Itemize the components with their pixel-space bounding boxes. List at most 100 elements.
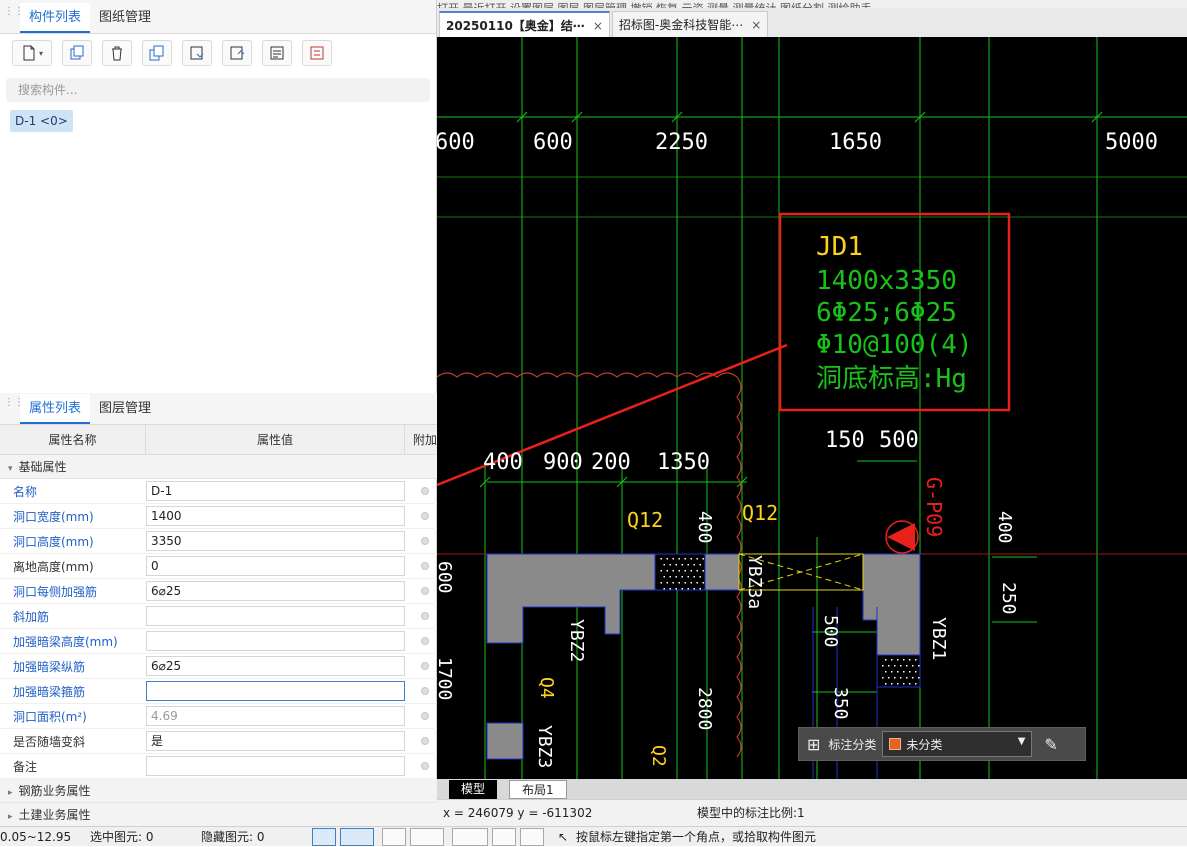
tab-drawing-management[interactable]: 图纸管理 [90,3,160,33]
list-view-button[interactable] [262,40,292,66]
property-value-field[interactable]: 6⌀25 [146,581,405,601]
angle-toggle[interactable] [410,828,444,846]
tab-layout1[interactable]: 布局1 [509,780,567,799]
property-value-field[interactable] [146,631,405,651]
extra-radio[interactable] [421,487,429,495]
property-value-field[interactable] [146,606,405,626]
property-value-field[interactable]: 1400 [146,506,405,526]
import-button[interactable] [182,40,212,66]
search-input[interactable]: 搜索构件... [6,78,430,102]
extra-radio[interactable] [421,637,429,645]
column-label: YBZ3a [744,555,765,609]
hatch-dot [897,683,899,685]
hatch-dot [687,588,689,590]
property-value-field[interactable]: 6⌀25 [146,656,405,676]
extra-radio[interactable] [421,587,429,595]
export-button[interactable] [222,40,252,66]
property-table-header: 属性名称 属性值 附加 [0,425,437,455]
edit-icon[interactable]: ✎ [1044,735,1057,754]
tab-component-list[interactable]: 构件列表 [20,3,91,33]
close-icon[interactable]: × [751,12,761,37]
hatch-dot [918,677,920,679]
extra-radio[interactable] [421,512,429,520]
expand-arrow-icon: ▸ [8,812,13,822]
extra-radio[interactable] [421,562,429,570]
delete-component-button[interactable] [102,40,132,66]
grid-apps-icon[interactable]: ⊞ [807,735,820,754]
hatch-dot [687,576,689,578]
hatch-dot [699,576,701,578]
section-civil-properties[interactable]: ▸ 土建业务属性 [0,803,437,827]
extra-radio[interactable] [421,537,429,545]
new-component-button[interactable]: ▾ [12,40,52,66]
document-tabs: 20250110【奥金】结⋯ × 招标图-奥金科技智能⋯ × [437,8,1187,37]
property-name: 斜加筋 [13,609,50,624]
hatch-dot [675,576,677,578]
annotation-category-select[interactable]: 未分类 ▼ [882,731,1033,757]
doc-tab-structure[interactable]: 20250110【奥金】结⋯ × [439,11,610,37]
cad-canvas[interactable]: 600 600 2250 1650 5000 400 900 200 1350 … [437,37,1187,779]
wall-label: Q12 [742,501,778,525]
section-label: 土建业务属性 [18,808,91,822]
property-value-field[interactable]: 是 [146,731,405,751]
layer-copy-button[interactable] [142,40,172,66]
dim-text: 250 [998,582,1019,615]
close-icon[interactable]: × [593,13,603,37]
component-item[interactable]: D-1 <0> [10,110,73,132]
copy-component-button[interactable] [62,40,92,66]
snap-toggle[interactable] [340,828,374,846]
hatch-dot [702,570,704,572]
rotate-toggle[interactable] [520,828,544,846]
dim-text: 5000 [1105,130,1158,155]
hatch-dot [885,683,887,685]
extra-radio[interactable] [421,762,429,770]
doc-tab-tender[interactable]: 招标图-奥金科技智能⋯ × [611,11,769,37]
tab-layer-management[interactable]: 图层管理 [90,394,160,424]
property-value-field[interactable]: 0 [146,556,405,576]
hatch-dot [918,665,920,667]
drag-grip-icon[interactable]: ⋮⋮ [4,398,24,415]
extra-radio[interactable] [421,712,429,720]
property-row: 加强暗梁高度(mm) [0,629,437,654]
tab-model[interactable]: 模型 [449,780,498,799]
wall-label: Q4 [536,677,557,699]
property-value-field[interactable]: D-1 [146,481,405,501]
hatch-dot [894,665,896,667]
hatch-dot [678,558,680,560]
extra-radio[interactable] [421,612,429,620]
section-basic-properties[interactable]: ▾ 基础属性 [0,455,437,479]
hatch-dot [666,558,668,560]
extra-radio[interactable] [421,662,429,670]
extra-radio[interactable] [421,737,429,745]
doc-tab-label: 招标图-奥金科技智能⋯ [618,18,744,32]
hatch-dot [693,588,695,590]
label-box-line: Φ10@100(4) [816,330,973,360]
property-row: 是否随墙变斜 是 [0,729,437,754]
section-rebar-properties[interactable]: ▸ 钢筋业务属性 [0,779,437,803]
annotation-classify-panel: ⊞ 标注分类 未分类 ▼ ✎ [798,727,1086,761]
property-value-field[interactable] [146,756,405,776]
property-value-field[interactable]: 3350 [146,531,405,551]
hatch-dot [909,683,911,685]
tab-property-list[interactable]: 属性列表 [20,394,91,424]
insert-toggle[interactable] [452,828,488,846]
hatch-dot [690,558,692,560]
property-value-field[interactable]: 4.69 [146,706,405,726]
drag-grip-icon[interactable]: ⋮⋮ [4,7,24,24]
display-toggle[interactable] [492,828,516,846]
property-row: 加强暗梁纵筋 6⌀25 [0,654,437,679]
ortho-toggle[interactable] [312,828,336,846]
property-name: 加强暗梁箍筋 [13,684,86,699]
dim-text: 500 [820,615,841,648]
hatch-dot [891,659,893,661]
list-icon [270,46,284,60]
dim-text: 1350 [657,450,710,475]
extra-radio[interactable] [421,687,429,695]
hatch-dot [687,564,689,566]
cross-toggle[interactable] [382,828,406,846]
property-value-field[interactable] [146,681,405,701]
hatch-dot [906,665,908,667]
hatch-dot [684,558,686,560]
export-icon [230,46,245,60]
property-view-button[interactable] [302,40,332,66]
